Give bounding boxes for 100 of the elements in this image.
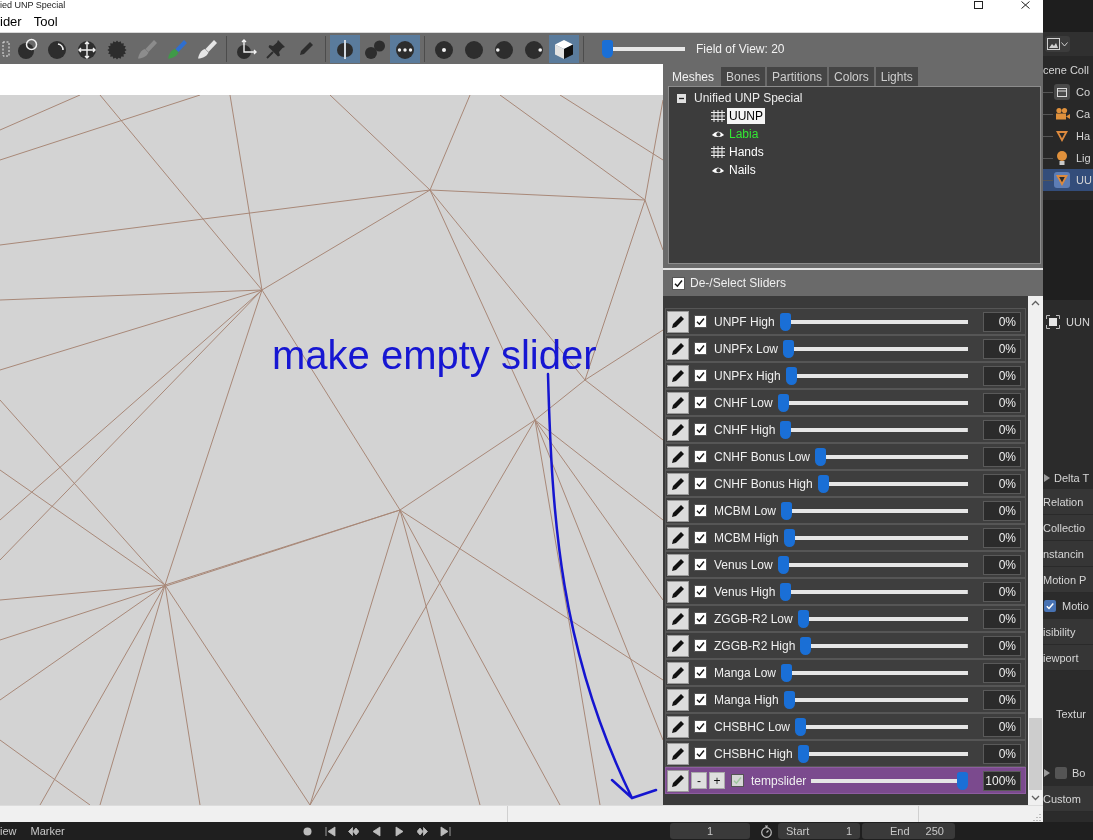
slider-thumb[interactable] bbox=[800, 636, 812, 655]
slider-track[interactable] bbox=[783, 690, 968, 709]
edit-button[interactable] bbox=[667, 769, 689, 792]
tree-item[interactable]: UUNP bbox=[727, 108, 765, 124]
value-field[interactable]: 0% bbox=[983, 446, 1021, 467]
edit-button[interactable] bbox=[667, 553, 689, 576]
checkbox[interactable] bbox=[731, 774, 744, 787]
increment-button[interactable]: + bbox=[709, 772, 725, 789]
slider-track[interactable] bbox=[783, 528, 968, 547]
slider-row[interactable]: UNPF High 0% bbox=[665, 308, 1026, 335]
checkbox[interactable] bbox=[694, 639, 707, 652]
collapse-icon[interactable] bbox=[677, 93, 686, 103]
edit-button[interactable] bbox=[667, 661, 689, 684]
slider-track[interactable] bbox=[797, 744, 968, 763]
tool-button[interactable] bbox=[549, 34, 579, 63]
tree-item[interactable]: Unified UNP Special bbox=[692, 90, 805, 106]
edit-button[interactable] bbox=[667, 418, 689, 441]
checkbox[interactable] bbox=[694, 666, 707, 679]
edit-button[interactable] bbox=[667, 742, 689, 765]
slider-track[interactable] bbox=[781, 501, 968, 520]
slider-thumb[interactable] bbox=[783, 690, 795, 709]
tree-item[interactable]: Nails bbox=[727, 162, 758, 178]
resize-grip-icon[interactable] bbox=[1033, 813, 1041, 821]
slider-thumb[interactable] bbox=[781, 663, 793, 682]
tool-button[interactable] bbox=[330, 34, 360, 63]
skip-to-start-icon[interactable] bbox=[325, 825, 336, 837]
slider-row[interactable]: ZGGB-R2 Low 0% bbox=[665, 605, 1026, 632]
checkbox[interactable] bbox=[694, 612, 707, 625]
menu-item[interactable]: Tool bbox=[33, 13, 58, 29]
panel-header[interactable]: Custom bbox=[1043, 786, 1093, 812]
tab[interactable]: Bones bbox=[721, 67, 766, 86]
checkbox[interactable] bbox=[694, 369, 707, 382]
menu-item[interactable]: iew bbox=[0, 825, 17, 837]
panel-header[interactable]: Relation bbox=[1043, 489, 1093, 515]
slider-track[interactable] bbox=[780, 420, 968, 439]
tree-item[interactable]: Labia bbox=[727, 126, 761, 142]
maximize-icon[interactable] bbox=[974, 1, 983, 9]
slider-thumb[interactable] bbox=[777, 555, 789, 574]
play-reverse-icon[interactable] bbox=[371, 825, 382, 837]
slider-thumb[interactable] bbox=[781, 501, 792, 520]
edit-button[interactable] bbox=[667, 580, 689, 603]
slider-thumb[interactable] bbox=[780, 582, 792, 601]
slider-track[interactable] bbox=[797, 609, 968, 628]
slider-track[interactable] bbox=[777, 393, 968, 412]
slider-track[interactable] bbox=[785, 366, 968, 385]
previous-keyframe-icon[interactable] bbox=[348, 825, 359, 837]
value-field[interactable]: 0% bbox=[983, 500, 1021, 521]
edit-button[interactable] bbox=[667, 499, 689, 522]
tree-item[interactable]: Hands bbox=[727, 144, 766, 160]
edit-button[interactable] bbox=[667, 607, 689, 630]
slider-thumb[interactable] bbox=[779, 312, 791, 331]
edit-button[interactable] bbox=[667, 445, 689, 468]
slider-row[interactable]: CNHF Low 0% bbox=[665, 389, 1026, 416]
edit-button[interactable] bbox=[667, 634, 689, 657]
slider-row[interactable]: Venus High 0% bbox=[665, 578, 1026, 605]
value-field[interactable]: 0% bbox=[983, 716, 1021, 737]
slider-thumb[interactable] bbox=[797, 609, 809, 628]
value-field[interactable]: 0% bbox=[983, 338, 1021, 359]
slider-row[interactable]: CHSBHC Low 0% bbox=[665, 713, 1026, 740]
checkbox[interactable] bbox=[694, 450, 707, 463]
checkbox[interactable] bbox=[694, 585, 707, 598]
value-field[interactable]: 0% bbox=[983, 662, 1021, 683]
slider-row[interactable]: MCBM High 0% bbox=[665, 524, 1026, 551]
start-frame-field[interactable]: Start 1 bbox=[778, 823, 860, 839]
edit-button[interactable] bbox=[667, 715, 689, 738]
panel-header[interactable]: Delta T bbox=[1054, 472, 1090, 484]
outliner-item[interactable]: Co bbox=[1043, 81, 1093, 103]
menu-item[interactable]: ider bbox=[0, 13, 22, 29]
value-field[interactable]: 0% bbox=[983, 554, 1021, 575]
value-field[interactable]: 0% bbox=[983, 419, 1021, 440]
panel-header[interactable]: isibility bbox=[1043, 619, 1093, 645]
slider-row[interactable]: CNHF Bonus High 0% bbox=[665, 470, 1026, 497]
slider-thumb[interactable] bbox=[777, 393, 789, 412]
slider-row[interactable]: CHSBHC High 0% bbox=[665, 740, 1026, 767]
checkbox[interactable] bbox=[694, 315, 707, 328]
tab[interactable]: Partitions bbox=[767, 67, 828, 86]
checkbox[interactable] bbox=[694, 747, 707, 760]
value-field[interactable]: 0% bbox=[983, 473, 1021, 494]
value-field[interactable]: 0% bbox=[983, 635, 1021, 656]
checkbox[interactable] bbox=[694, 504, 707, 517]
slider-row[interactable]: - + tempslider 100% bbox=[665, 767, 1026, 794]
tool-button[interactable] bbox=[390, 34, 420, 63]
skip-to-end-icon[interactable] bbox=[440, 825, 451, 837]
slider-row[interactable]: UNPFx Low 0% bbox=[665, 335, 1026, 362]
slider-row[interactable]: CNHF Bonus Low 0% bbox=[665, 443, 1026, 470]
next-keyframe-icon[interactable] bbox=[417, 825, 428, 837]
slider-track[interactable] bbox=[783, 339, 968, 358]
stopwatch-icon[interactable] bbox=[760, 824, 773, 838]
tab[interactable]: Lights bbox=[875, 67, 918, 86]
slider-thumb[interactable] bbox=[815, 447, 827, 466]
panel-header[interactable]: Collectio bbox=[1043, 515, 1093, 541]
slider-row[interactable]: CNHF High 0% bbox=[665, 416, 1026, 443]
value-field[interactable]: 0% bbox=[983, 581, 1021, 602]
checkbox[interactable] bbox=[694, 720, 707, 733]
slider-row[interactable]: ZGGB-R2 High 0% bbox=[665, 632, 1026, 659]
slider-row[interactable]: Manga Low 0% bbox=[665, 659, 1026, 686]
slider-thumb[interactable] bbox=[817, 474, 829, 493]
play-icon[interactable] bbox=[394, 825, 405, 837]
slider-track[interactable] bbox=[817, 474, 968, 493]
slider-thumb[interactable] bbox=[795, 717, 807, 736]
